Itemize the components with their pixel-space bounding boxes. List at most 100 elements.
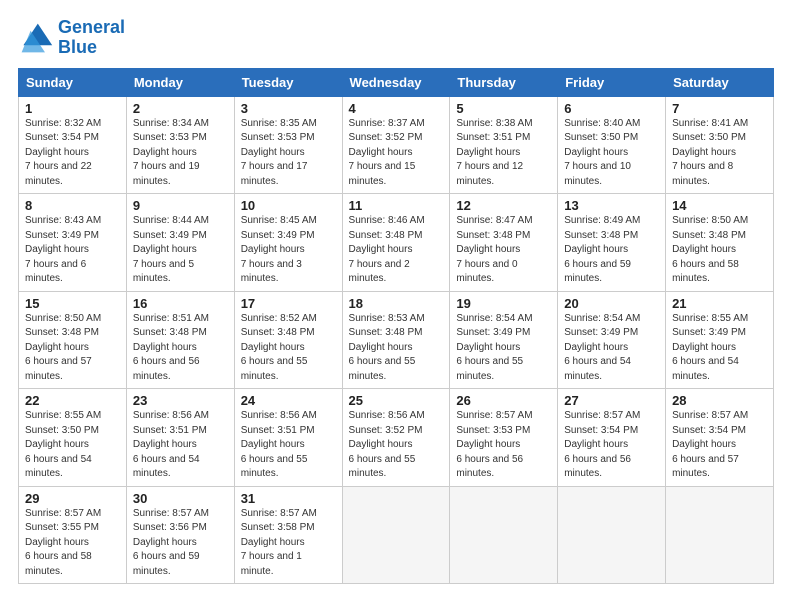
day-info: Sunrise: 8:57 AMSunset: 3:53 PMDaylight … — [456, 409, 551, 482]
header: General Blue — [18, 18, 774, 58]
calendar-cell: 21Sunrise: 8:55 AMSunset: 3:49 PMDayligh… — [666, 291, 774, 389]
day-number: 10 — [241, 198, 336, 213]
calendar-cell: 3Sunrise: 8:35 AMSunset: 3:53 PMDaylight… — [234, 96, 342, 194]
day-info: Sunrise: 8:35 AMSunset: 3:53 PMDaylight … — [241, 117, 336, 190]
page: General Blue SundayMondayTuesdayWednesda… — [0, 0, 792, 612]
calendar-cell: 31Sunrise: 8:57 AMSunset: 3:58 PMDayligh… — [234, 486, 342, 584]
day-info: Sunrise: 8:56 AMSunset: 3:51 PMDaylight … — [241, 409, 336, 482]
weekday-header-saturday: Saturday — [666, 68, 774, 96]
weekday-header-sunday: Sunday — [19, 68, 127, 96]
day-info: Sunrise: 8:45 AMSunset: 3:49 PMDaylight … — [241, 214, 336, 287]
day-number: 27 — [564, 393, 659, 408]
day-number: 16 — [133, 296, 228, 311]
day-number: 9 — [133, 198, 228, 213]
weekday-header-friday: Friday — [558, 68, 666, 96]
calendar-cell — [342, 486, 450, 584]
day-number: 13 — [564, 198, 659, 213]
day-number: 14 — [672, 198, 767, 213]
week-row-1: 1Sunrise: 8:32 AMSunset: 3:54 PMDaylight… — [19, 96, 774, 194]
day-number: 11 — [349, 198, 444, 213]
calendar-cell: 10Sunrise: 8:45 AMSunset: 3:49 PMDayligh… — [234, 194, 342, 292]
weekday-header-thursday: Thursday — [450, 68, 558, 96]
day-number: 2 — [133, 101, 228, 116]
calendar-cell: 11Sunrise: 8:46 AMSunset: 3:48 PMDayligh… — [342, 194, 450, 292]
calendar-cell: 18Sunrise: 8:53 AMSunset: 3:48 PMDayligh… — [342, 291, 450, 389]
day-number: 28 — [672, 393, 767, 408]
day-info: Sunrise: 8:57 AMSunset: 3:58 PMDaylight … — [241, 507, 336, 580]
day-info: Sunrise: 8:57 AMSunset: 3:54 PMDaylight … — [564, 409, 659, 482]
calendar-cell: 15Sunrise: 8:50 AMSunset: 3:48 PMDayligh… — [19, 291, 127, 389]
day-number: 19 — [456, 296, 551, 311]
logo-text: General Blue — [58, 18, 125, 58]
day-info: Sunrise: 8:55 AMSunset: 3:49 PMDaylight … — [672, 312, 767, 385]
calendar-cell: 5Sunrise: 8:38 AMSunset: 3:51 PMDaylight… — [450, 96, 558, 194]
calendar-cell: 19Sunrise: 8:54 AMSunset: 3:49 PMDayligh… — [450, 291, 558, 389]
day-number: 12 — [456, 198, 551, 213]
calendar-cell: 24Sunrise: 8:56 AMSunset: 3:51 PMDayligh… — [234, 389, 342, 487]
calendar-cell: 29Sunrise: 8:57 AMSunset: 3:55 PMDayligh… — [19, 486, 127, 584]
day-info: Sunrise: 8:40 AMSunset: 3:50 PMDaylight … — [564, 117, 659, 190]
day-info: Sunrise: 8:41 AMSunset: 3:50 PMDaylight … — [672, 117, 767, 190]
calendar-cell: 22Sunrise: 8:55 AMSunset: 3:50 PMDayligh… — [19, 389, 127, 487]
day-info: Sunrise: 8:57 AMSunset: 3:55 PMDaylight … — [25, 507, 120, 580]
day-info: Sunrise: 8:46 AMSunset: 3:48 PMDaylight … — [349, 214, 444, 287]
day-info: Sunrise: 8:54 AMSunset: 3:49 PMDaylight … — [564, 312, 659, 385]
day-info: Sunrise: 8:57 AMSunset: 3:54 PMDaylight … — [672, 409, 767, 482]
calendar-cell: 28Sunrise: 8:57 AMSunset: 3:54 PMDayligh… — [666, 389, 774, 487]
day-info: Sunrise: 8:32 AMSunset: 3:54 PMDaylight … — [25, 117, 120, 190]
week-row-3: 15Sunrise: 8:50 AMSunset: 3:48 PMDayligh… — [19, 291, 774, 389]
day-number: 26 — [456, 393, 551, 408]
day-info: Sunrise: 8:47 AMSunset: 3:48 PMDaylight … — [456, 214, 551, 287]
day-info: Sunrise: 8:54 AMSunset: 3:49 PMDaylight … — [456, 312, 551, 385]
day-number: 21 — [672, 296, 767, 311]
day-info: Sunrise: 8:55 AMSunset: 3:50 PMDaylight … — [25, 409, 120, 482]
day-info: Sunrise: 8:49 AMSunset: 3:48 PMDaylight … — [564, 214, 659, 287]
calendar-cell: 1Sunrise: 8:32 AMSunset: 3:54 PMDaylight… — [19, 96, 127, 194]
calendar-cell: 27Sunrise: 8:57 AMSunset: 3:54 PMDayligh… — [558, 389, 666, 487]
day-number: 3 — [241, 101, 336, 116]
day-number: 29 — [25, 491, 120, 506]
calendar-cell: 12Sunrise: 8:47 AMSunset: 3:48 PMDayligh… — [450, 194, 558, 292]
weekday-header-row: SundayMondayTuesdayWednesdayThursdayFrid… — [19, 68, 774, 96]
calendar-cell: 25Sunrise: 8:56 AMSunset: 3:52 PMDayligh… — [342, 389, 450, 487]
calendar-cell: 17Sunrise: 8:52 AMSunset: 3:48 PMDayligh… — [234, 291, 342, 389]
day-number: 23 — [133, 393, 228, 408]
day-info: Sunrise: 8:50 AMSunset: 3:48 PMDaylight … — [25, 312, 120, 385]
calendar-cell — [666, 486, 774, 584]
calendar-cell: 9Sunrise: 8:44 AMSunset: 3:49 PMDaylight… — [126, 194, 234, 292]
calendar-cell: 2Sunrise: 8:34 AMSunset: 3:53 PMDaylight… — [126, 96, 234, 194]
calendar-cell — [558, 486, 666, 584]
day-info: Sunrise: 8:56 AMSunset: 3:52 PMDaylight … — [349, 409, 444, 482]
day-number: 22 — [25, 393, 120, 408]
calendar-cell: 7Sunrise: 8:41 AMSunset: 3:50 PMDaylight… — [666, 96, 774, 194]
calendar-cell: 20Sunrise: 8:54 AMSunset: 3:49 PMDayligh… — [558, 291, 666, 389]
day-number: 7 — [672, 101, 767, 116]
calendar-cell: 26Sunrise: 8:57 AMSunset: 3:53 PMDayligh… — [450, 389, 558, 487]
calendar-cell: 13Sunrise: 8:49 AMSunset: 3:48 PMDayligh… — [558, 194, 666, 292]
day-number: 31 — [241, 491, 336, 506]
week-row-5: 29Sunrise: 8:57 AMSunset: 3:55 PMDayligh… — [19, 486, 774, 584]
day-number: 15 — [25, 296, 120, 311]
week-row-4: 22Sunrise: 8:55 AMSunset: 3:50 PMDayligh… — [19, 389, 774, 487]
calendar-cell: 4Sunrise: 8:37 AMSunset: 3:52 PMDaylight… — [342, 96, 450, 194]
calendar-cell: 6Sunrise: 8:40 AMSunset: 3:50 PMDaylight… — [558, 96, 666, 194]
day-number: 8 — [25, 198, 120, 213]
day-number: 4 — [349, 101, 444, 116]
calendar-cell: 16Sunrise: 8:51 AMSunset: 3:48 PMDayligh… — [126, 291, 234, 389]
day-info: Sunrise: 8:52 AMSunset: 3:48 PMDaylight … — [241, 312, 336, 385]
week-row-2: 8Sunrise: 8:43 AMSunset: 3:49 PMDaylight… — [19, 194, 774, 292]
day-number: 5 — [456, 101, 551, 116]
day-info: Sunrise: 8:56 AMSunset: 3:51 PMDaylight … — [133, 409, 228, 482]
logo: General Blue — [18, 18, 125, 58]
day-number: 24 — [241, 393, 336, 408]
day-number: 20 — [564, 296, 659, 311]
calendar-cell — [450, 486, 558, 584]
day-info: Sunrise: 8:57 AMSunset: 3:56 PMDaylight … — [133, 507, 228, 580]
day-info: Sunrise: 8:38 AMSunset: 3:51 PMDaylight … — [456, 117, 551, 190]
day-number: 25 — [349, 393, 444, 408]
day-info: Sunrise: 8:51 AMSunset: 3:48 PMDaylight … — [133, 312, 228, 385]
calendar-cell: 30Sunrise: 8:57 AMSunset: 3:56 PMDayligh… — [126, 486, 234, 584]
weekday-header-wednesday: Wednesday — [342, 68, 450, 96]
day-info: Sunrise: 8:44 AMSunset: 3:49 PMDaylight … — [133, 214, 228, 287]
calendar-cell: 23Sunrise: 8:56 AMSunset: 3:51 PMDayligh… — [126, 389, 234, 487]
